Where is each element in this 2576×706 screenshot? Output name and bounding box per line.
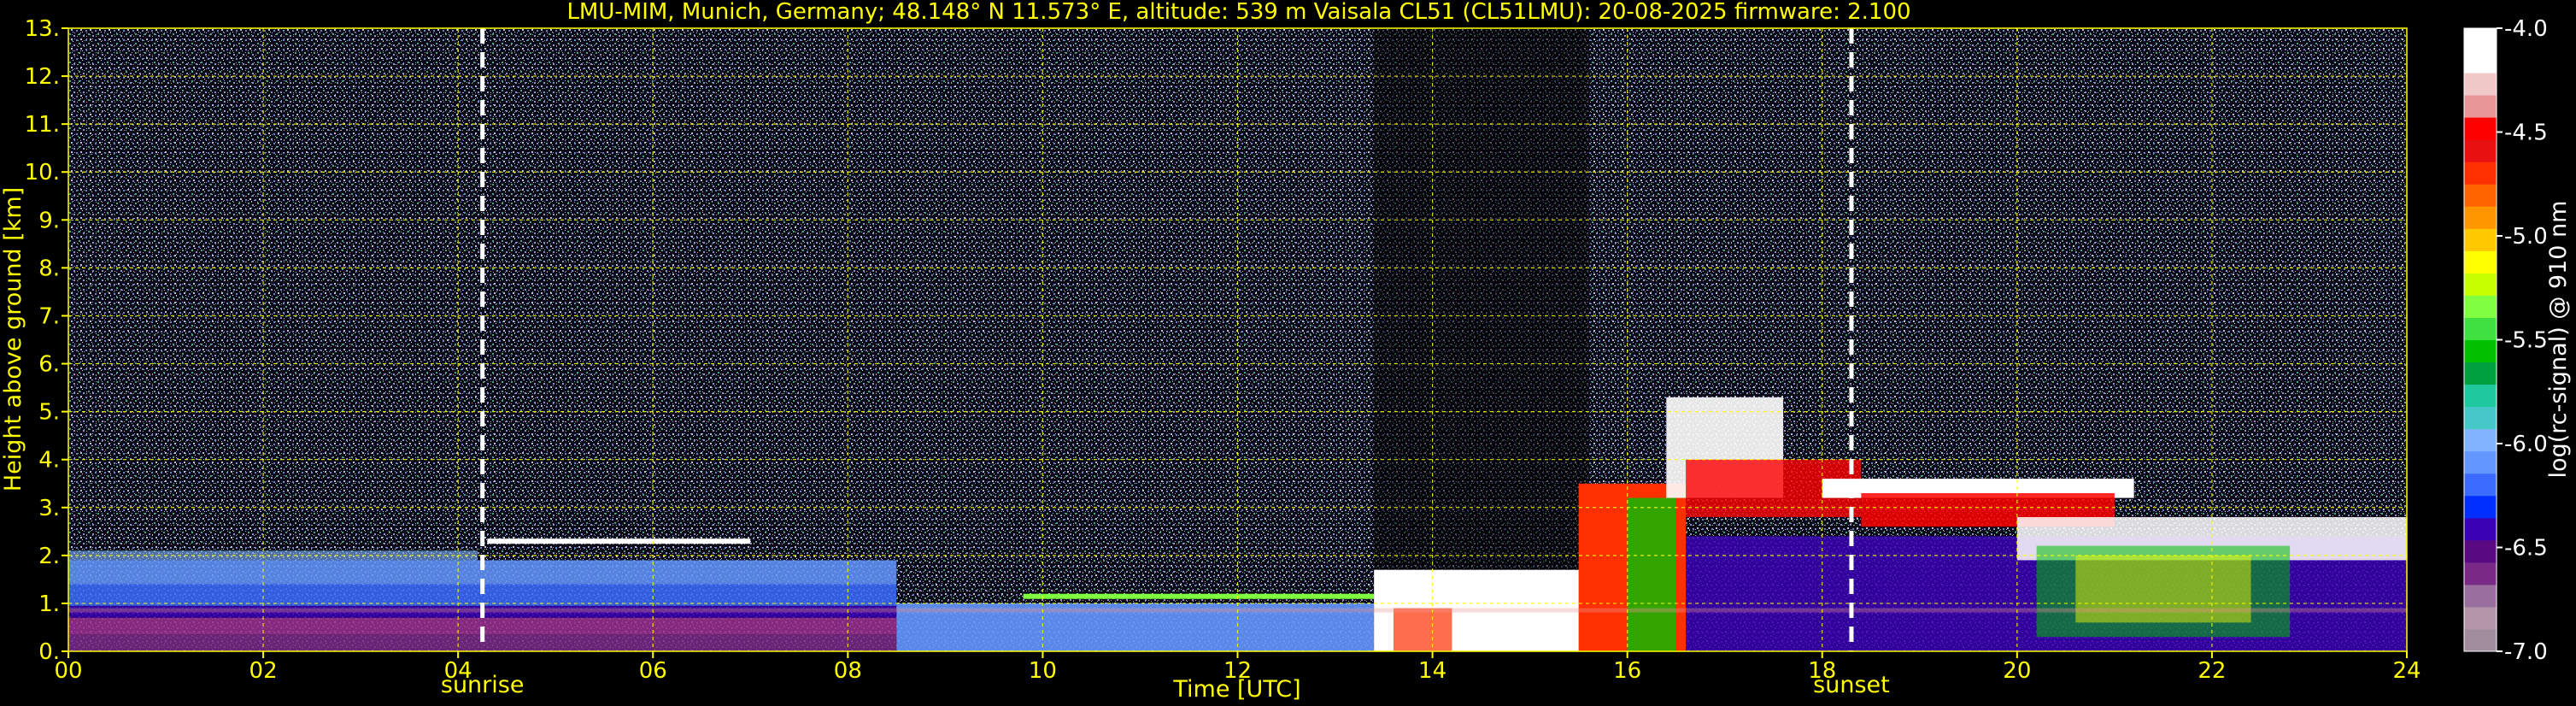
colorbar-tick-label: -7.0 bbox=[2504, 639, 2548, 665]
x-tick-label: 20 bbox=[2003, 658, 2031, 684]
colorbar-segment bbox=[2464, 117, 2497, 140]
y-tick-label: 2. bbox=[38, 544, 60, 569]
y-tick-label: 12. bbox=[25, 64, 60, 90]
y-tick-label: 4. bbox=[38, 448, 60, 474]
colorbar-tick-label: -4.5 bbox=[2504, 121, 2548, 146]
attenuated-region bbox=[1374, 28, 1589, 651]
y-tick-label: 9. bbox=[38, 208, 60, 233]
colorbar-segment bbox=[2464, 584, 2497, 608]
colorbar-segment bbox=[2464, 495, 2497, 519]
colorbar-segment bbox=[2464, 139, 2497, 162]
colorbar-segment bbox=[2464, 339, 2497, 363]
y-tick-label: 1. bbox=[38, 591, 60, 617]
y-tick-label: 6. bbox=[38, 352, 60, 378]
colorbar-tick-label: -6.0 bbox=[2504, 432, 2548, 457]
colorbar-segment bbox=[2464, 428, 2497, 452]
y-tick-label: 8. bbox=[38, 256, 60, 281]
colorbar-label: log(rc-signal) @ 910 nm bbox=[2545, 201, 2572, 479]
colorbar-segment bbox=[2464, 406, 2497, 430]
layer-line-midday bbox=[1023, 593, 1375, 599]
x-tick-label: 24 bbox=[2392, 658, 2421, 684]
y-tick-label: 11. bbox=[25, 112, 60, 138]
chart-title: LMU-MIM, Munich, Germany; 48.148° N 11.5… bbox=[566, 0, 1910, 25]
annotation-label-sunset: sunset bbox=[1813, 672, 1890, 698]
annotation-label-sunrise: sunrise bbox=[441, 672, 525, 698]
colorbar-segment bbox=[2464, 184, 2497, 207]
colorbar-segment bbox=[2464, 317, 2497, 340]
colorbar-segment bbox=[2464, 539, 2497, 563]
colorbar-segment bbox=[2464, 73, 2497, 96]
colorbar-segment bbox=[2464, 450, 2497, 474]
x-tick-label: 10 bbox=[1029, 658, 1057, 684]
plot-area bbox=[67, 27, 2408, 652]
colorbar-segment bbox=[2464, 562, 2497, 585]
colorbar: -4.0 -4.5 -5.0 -5.5 -6.0 -6.5 -7.0 bbox=[2463, 16, 2548, 665]
colorbar-tick-label: -6.5 bbox=[2504, 536, 2548, 562]
y-tick-label: 3. bbox=[38, 496, 60, 521]
colorbar-segment bbox=[2464, 206, 2497, 229]
colorbar-segment bbox=[2464, 362, 2497, 385]
x-tick-label: 08 bbox=[834, 658, 862, 684]
layer-top-early bbox=[68, 550, 478, 561]
colorbar-segment bbox=[2464, 162, 2497, 185]
x-tick-label: 16 bbox=[1613, 658, 1641, 684]
colorbar-segment bbox=[2464, 273, 2497, 296]
colorbar-segment bbox=[2464, 384, 2497, 408]
colorbar-segment bbox=[2464, 628, 2497, 652]
y-axis-label: Height above ground [km] bbox=[0, 187, 26, 491]
y-tick-label: 5. bbox=[38, 400, 60, 426]
colorbar-segment bbox=[2464, 606, 2497, 630]
colorbar-segment bbox=[2464, 95, 2497, 118]
colorbar-segment bbox=[2464, 473, 2497, 497]
cloud-column-green bbox=[1627, 497, 1676, 651]
colorbar-tick-label: -4.0 bbox=[2504, 16, 2548, 42]
y-tick-label: 10. bbox=[25, 160, 60, 185]
x-tick-label: 14 bbox=[1418, 658, 1446, 684]
colorbar-tick-label: -5.0 bbox=[2504, 224, 2548, 250]
colorbar-tick-label: -5.5 bbox=[2504, 328, 2548, 354]
colorbar-segment bbox=[2464, 50, 2497, 74]
y-axis-ticks: 0.1.2.3.4.5.6.7.8.9.10.11.12.13. bbox=[25, 16, 68, 665]
colorbar-segment bbox=[2464, 295, 2497, 318]
colorbar-segment bbox=[2464, 228, 2497, 251]
cloud-yellow-night bbox=[2075, 555, 2251, 623]
ceilometer-chart: LMU-MIM, Munich, Germany; 48.148° N 11.5… bbox=[0, 0, 2572, 703]
colorbar-segment bbox=[2464, 250, 2497, 274]
colorbar-segment bbox=[2464, 28, 2497, 51]
x-tick-label: 00 bbox=[54, 658, 82, 684]
x-tick-label: 22 bbox=[2198, 658, 2226, 684]
x-axis-label: Time [UTC] bbox=[1172, 676, 1300, 703]
x-tick-label: 06 bbox=[639, 658, 667, 684]
x-tick-label: 02 bbox=[249, 658, 278, 684]
layer-line-morning bbox=[487, 538, 751, 544]
colorbar-segment bbox=[2464, 517, 2497, 541]
y-tick-label: 7. bbox=[38, 303, 60, 329]
cloud-core-a bbox=[1393, 608, 1452, 651]
y-tick-label: 13. bbox=[25, 16, 60, 42]
